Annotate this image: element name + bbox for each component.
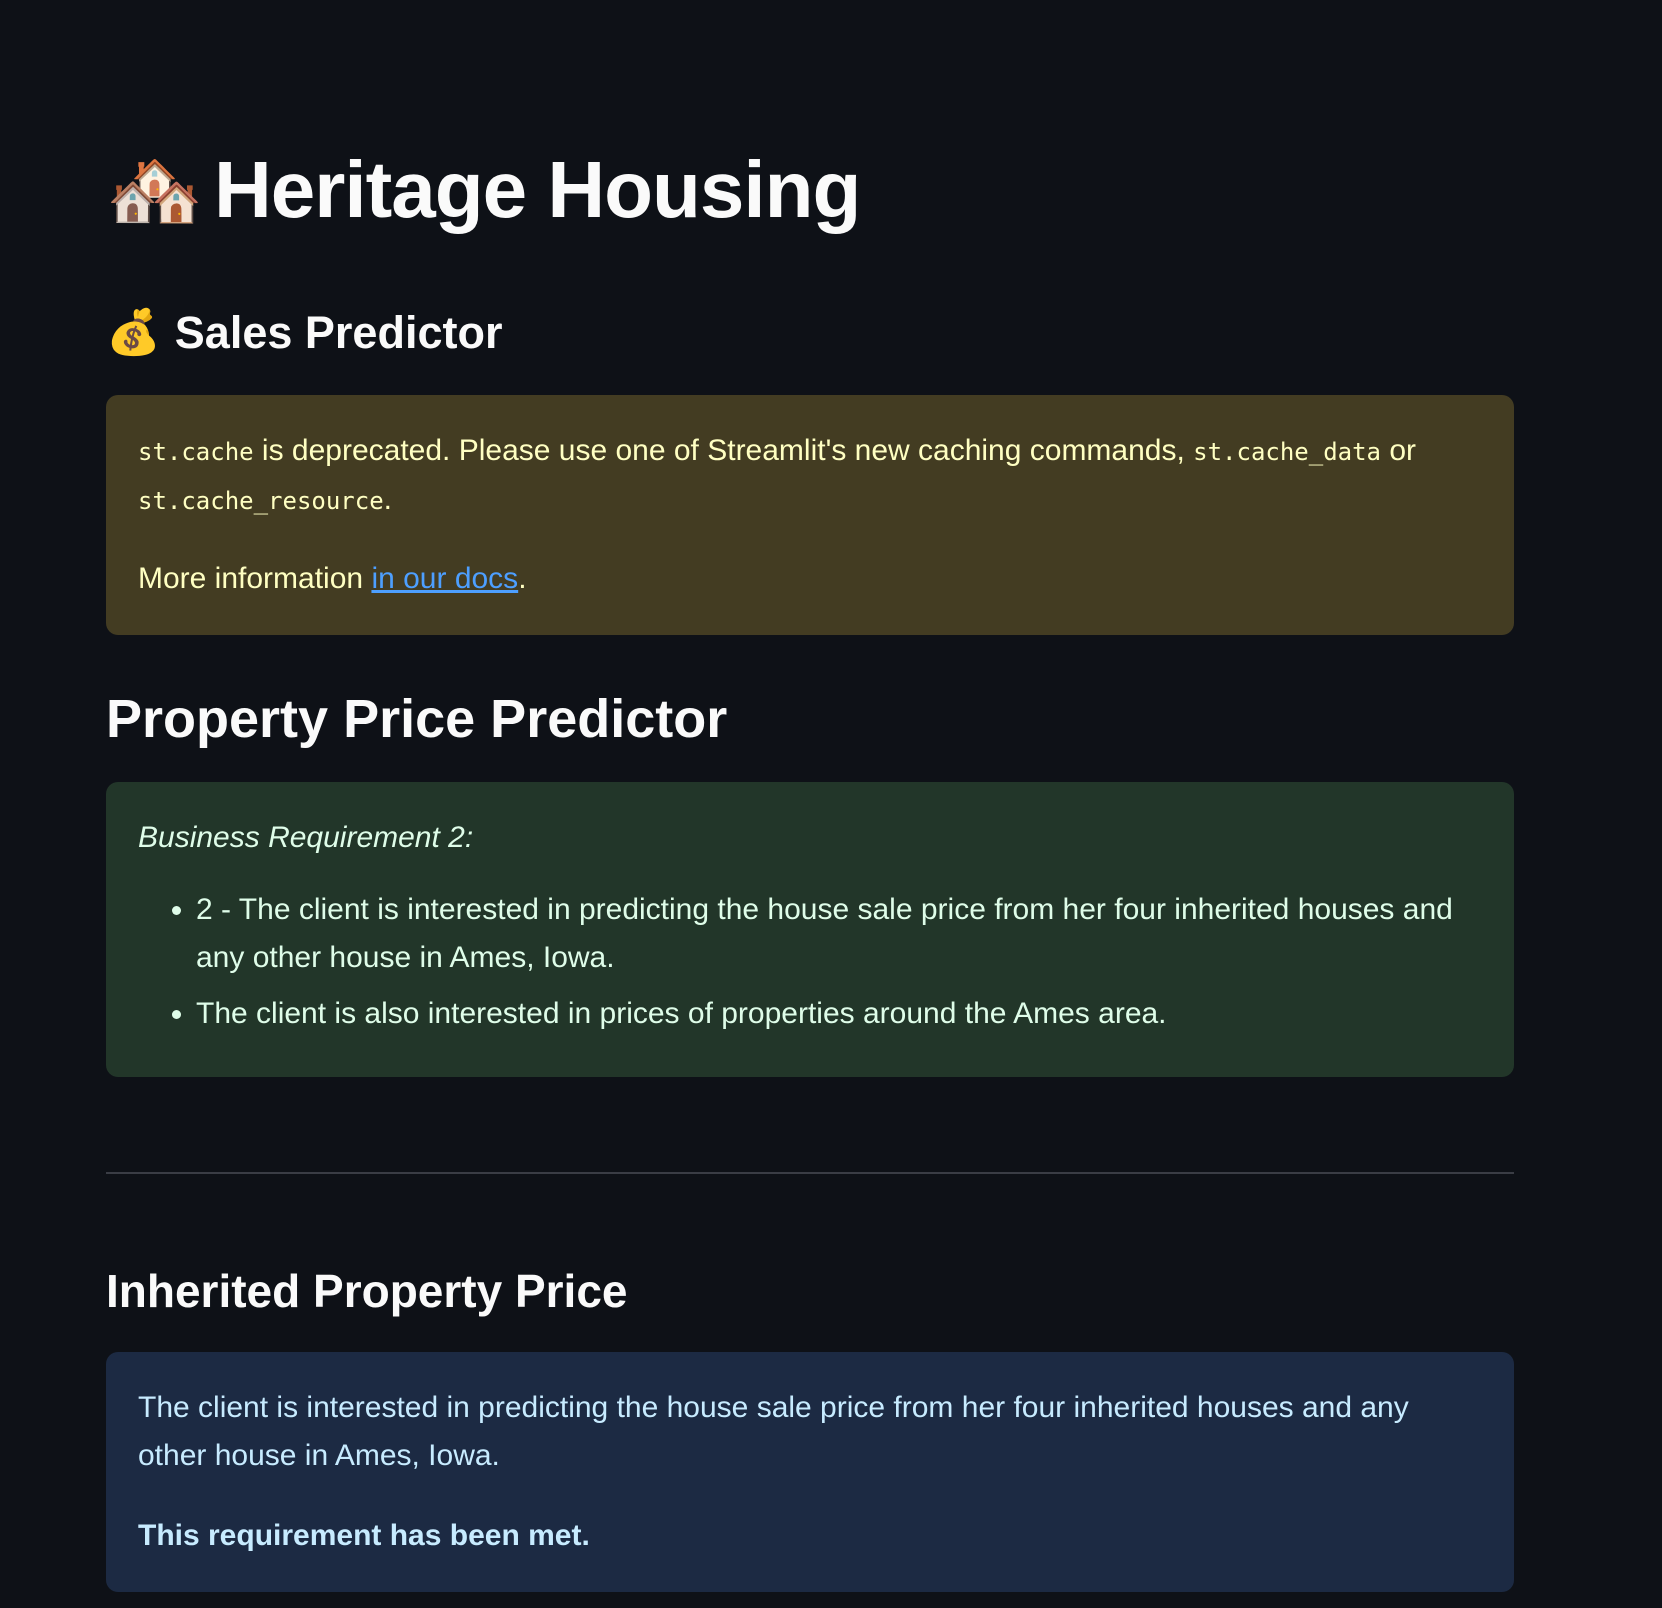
houses-icon: 🏘️ xyxy=(106,146,204,234)
money-bag-icon: 💰 xyxy=(106,307,161,357)
docs-link[interactable]: in our docs xyxy=(371,562,518,595)
requirement-status: This requirement has been met. xyxy=(138,1512,1482,1560)
code-st-cache-data: st.cache_data xyxy=(1193,438,1381,466)
inherited-info-box: The client is interested in predicting t… xyxy=(106,1352,1514,1592)
page-subtitle-text: Sales Predictor xyxy=(174,307,503,358)
more-info-prefix: More information xyxy=(138,562,372,595)
code-st-cache-resource: st.cache_resource xyxy=(138,487,384,515)
requirement-list: 2 - The client is interested in predicti… xyxy=(138,886,1482,1038)
more-info-suffix: . xyxy=(518,562,527,595)
inherited-description: The client is interested in predicting t… xyxy=(138,1391,1409,1472)
deprecation-warning: st.cache is deprecated. Please use one o… xyxy=(106,395,1514,635)
divider xyxy=(106,1172,1514,1174)
inherited-price-heading: Inherited Property Price xyxy=(106,1265,628,1317)
warning-text-1: is deprecated. Please use one of Streaml… xyxy=(253,434,1194,467)
page-title-text: Heritage Housing xyxy=(214,145,861,234)
warning-more-info: More information in our docs. xyxy=(138,555,1482,603)
requirement-title: Business Requirement 2: xyxy=(138,821,474,854)
code-st-cache: st.cache xyxy=(138,438,254,466)
warning-message: st.cache is deprecated. Please use one o… xyxy=(138,427,1482,525)
business-requirement-box: Business Requirement 2: 2 - The client i… xyxy=(106,782,1514,1077)
warning-text-3: . xyxy=(383,483,392,516)
requirement-status-text: This requirement has been met. xyxy=(138,1519,590,1552)
warning-text-2: or xyxy=(1381,434,1417,467)
list-item: 2 - The client is interested in predicti… xyxy=(196,886,1482,982)
page-title: 🏘️ Heritage Housing xyxy=(106,145,861,234)
list-item: The client is also interested in prices … xyxy=(196,990,1482,1038)
price-predictor-heading: Property Price Predictor xyxy=(106,689,728,749)
page-subtitle: 💰 Sales Predictor xyxy=(106,310,502,355)
